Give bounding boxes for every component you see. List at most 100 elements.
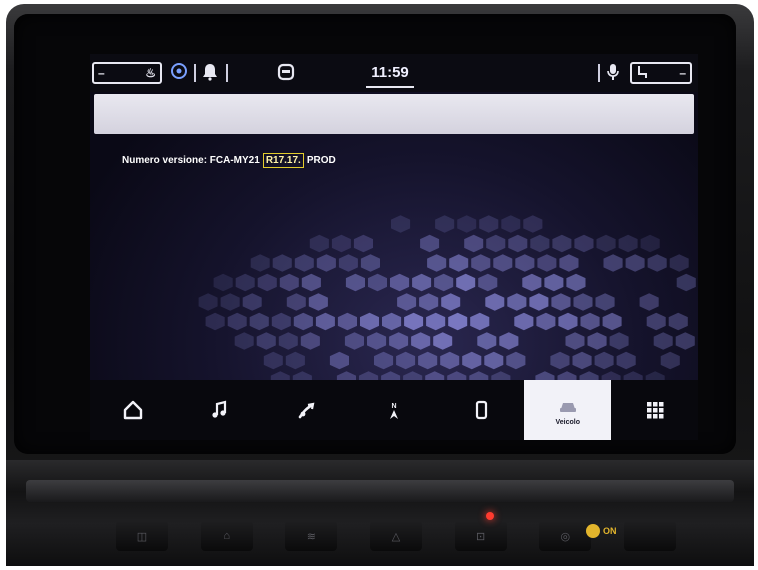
bottom-nav: N Veicolo xyxy=(90,380,698,440)
hexagon-tile xyxy=(426,312,446,331)
nav-media[interactable] xyxy=(177,380,264,440)
hexagon-tile xyxy=(367,332,387,350)
nav-vehicle-label: Veicolo xyxy=(555,418,580,426)
hexagon-tile xyxy=(493,254,513,272)
hexagon-tile xyxy=(506,351,526,370)
version-highlight: R17.17. xyxy=(262,152,304,168)
hexagon-tile xyxy=(464,234,484,253)
hexagon-tile xyxy=(418,351,438,370)
hexagon-tile xyxy=(449,254,469,272)
hexagon-tile xyxy=(618,234,638,253)
start-stop-button[interactable] xyxy=(623,521,676,551)
hexagon-tile xyxy=(411,332,431,350)
hexagon-tile xyxy=(337,312,357,331)
settings-title-bar xyxy=(94,94,694,134)
hexagon-tile xyxy=(360,312,379,331)
hexagon-tile xyxy=(345,273,365,292)
hexagon-tile xyxy=(316,254,336,272)
hexagon-tile xyxy=(573,293,593,311)
hexagon-tile xyxy=(479,215,499,233)
minus-icon[interactable]: – xyxy=(98,66,105,80)
hexagon-tile xyxy=(382,312,402,331)
hexagon-tile xyxy=(558,312,578,331)
hexagon-background xyxy=(198,215,696,384)
clock[interactable]: 11:59 xyxy=(362,62,418,84)
hexagon-tile xyxy=(279,273,299,292)
hexagon-tile xyxy=(676,273,696,292)
hexagon-tile xyxy=(329,351,349,370)
hexagon-tile xyxy=(566,273,586,292)
eco-button[interactable]: ◎ xyxy=(539,521,592,551)
hexagon-tile xyxy=(515,254,535,272)
hexagon-tile xyxy=(484,351,504,370)
nav-climate[interactable] xyxy=(264,380,351,440)
hexagon-tile xyxy=(572,351,592,370)
hexagon-tile xyxy=(285,351,305,370)
nav-vehicle[interactable]: Veicolo xyxy=(524,380,612,440)
park-assist-button[interactable]: ⌂ xyxy=(200,521,253,551)
hazard-button[interactable]: △ xyxy=(369,521,422,551)
status-bar: – ♨ 11:59 – xyxy=(90,54,698,92)
hexagon-tile xyxy=(205,312,225,331)
hexagon-tile xyxy=(477,332,497,350)
version-prefix: Numero versione: FCA-MY21 xyxy=(122,154,260,166)
camera-button[interactable]: ◫ xyxy=(116,521,168,551)
hexagon-tile xyxy=(552,234,572,253)
hexagon-tile xyxy=(368,273,387,292)
version-suffix: PROD xyxy=(306,154,336,166)
nav-apps[interactable] xyxy=(611,380,698,440)
rear-defrost-button[interactable]: ≋ xyxy=(285,521,338,551)
hexagon-tile xyxy=(257,273,277,292)
hexagon-tile xyxy=(235,273,255,292)
hexagon-tile xyxy=(309,234,329,253)
nav-navigation[interactable]: N xyxy=(351,380,438,440)
hexagon-tile xyxy=(529,293,549,311)
hexagon-tile xyxy=(514,312,534,331)
hexagon-tile xyxy=(397,293,417,311)
hexagon-tile xyxy=(198,293,218,311)
hexagon-tile xyxy=(300,332,320,350)
hexagon-tile xyxy=(625,254,645,272)
hexagon-tile xyxy=(544,273,564,292)
driver-temp-control[interactable]: – ♨ xyxy=(92,62,162,84)
hexagon-tile xyxy=(272,254,292,272)
hexagon-tile xyxy=(360,254,380,272)
hexagon-tile xyxy=(594,351,614,370)
hexagon-tile xyxy=(390,273,410,292)
hexagon-tile xyxy=(353,234,373,253)
hexagon-tile xyxy=(271,312,291,331)
hexagon-tile xyxy=(602,312,622,331)
console-ridge xyxy=(26,480,734,502)
hexagon-tile xyxy=(404,312,424,331)
hexagon-tile xyxy=(420,234,440,253)
hexagon-tile xyxy=(478,273,498,292)
hexagon-tile xyxy=(486,234,506,253)
hexagon-tile xyxy=(550,351,570,370)
passenger-temp-control[interactable]: – xyxy=(630,62,692,84)
hexagon-tile xyxy=(522,273,542,292)
hexagon-tile xyxy=(471,254,491,272)
bell-icon[interactable] xyxy=(200,63,220,83)
minus-icon[interactable]: – xyxy=(679,66,686,80)
seat-icon xyxy=(636,65,648,82)
hexagon-tile xyxy=(499,332,519,350)
clock-underline xyxy=(366,86,414,88)
hexagon-tile xyxy=(646,312,666,331)
status-divider xyxy=(598,64,600,82)
seat-icon[interactable] xyxy=(276,63,296,83)
nav-home[interactable] xyxy=(90,380,177,440)
nav-phone[interactable] xyxy=(437,380,524,440)
start-stop-indicator: ON xyxy=(586,522,617,540)
hexagon-tile xyxy=(227,312,247,331)
hexagon-tile xyxy=(580,312,600,331)
microphone-icon[interactable] xyxy=(604,63,622,83)
drive-mode-button[interactable]: ⊡ xyxy=(454,521,507,551)
hexagon-tile xyxy=(587,332,607,350)
hexagon-tile xyxy=(675,332,695,350)
hexagon-tile xyxy=(242,293,262,311)
hexagon-tile xyxy=(331,234,351,253)
hexagon-tile xyxy=(565,332,585,350)
status-divider xyxy=(226,64,228,82)
hexagon-tile xyxy=(263,351,283,370)
hexagon-tile xyxy=(391,215,411,233)
